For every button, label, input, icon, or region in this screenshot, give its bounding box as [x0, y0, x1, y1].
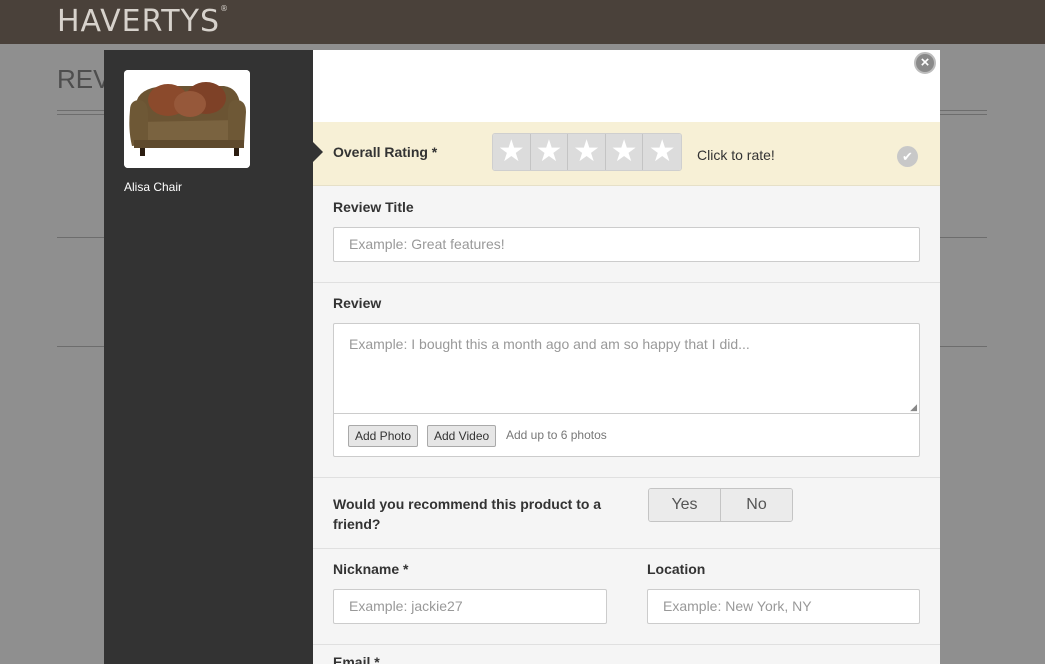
- email-label: Email *: [333, 654, 380, 664]
- nickname-label: Nickname *: [333, 561, 409, 577]
- overall-rating-row: Overall Rating * ★ ★ ★ ★ ★ Click to rate…: [313, 122, 940, 186]
- resize-handle-icon[interactable]: ◢: [910, 402, 917, 454]
- background-page-heading: REV: [57, 64, 111, 94]
- product-name: Alisa Chair: [124, 180, 183, 194]
- review-title-section: Review Title Example: Great features!: [313, 186, 940, 283]
- location-label: Location: [647, 561, 706, 577]
- active-section-arrow: [313, 142, 323, 162]
- product-sidebar: Alisa Chair: [104, 50, 313, 664]
- review-box: Example: I bought this a month ago and a…: [333, 323, 920, 457]
- star-4-icon[interactable]: ★: [605, 134, 644, 170]
- star-3-icon[interactable]: ★: [568, 134, 606, 170]
- add-photo-button[interactable]: Add Photo: [348, 425, 419, 447]
- click-to-rate-hint: Click to rate!: [697, 147, 775, 163]
- star-2-icon[interactable]: ★: [530, 134, 569, 170]
- overall-rating-label: Overall Rating *: [333, 144, 438, 160]
- product-thumbnail: [124, 70, 250, 168]
- review-form: × Overall Rating * ★ ★ ★ ★ ★ Click to ra…: [313, 50, 940, 664]
- close-icon[interactable]: ×: [914, 52, 936, 74]
- yes-button[interactable]: Yes: [649, 489, 721, 521]
- star-5-icon[interactable]: ★: [643, 134, 681, 170]
- site-header: HAVERTYS®: [0, 0, 1045, 44]
- havertys-logo: HAVERTYS®: [57, 4, 229, 39]
- review-title-label: Review Title: [333, 199, 414, 215]
- star-1-icon[interactable]: ★: [493, 134, 531, 170]
- location-input[interactable]: Example: New York, NY: [647, 589, 920, 624]
- recommend-toggle[interactable]: Yes No: [648, 488, 793, 522]
- recommend-question: Would you recommend this product to a fr…: [333, 496, 602, 532]
- no-button[interactable]: No: [721, 489, 792, 521]
- write-review-modal: Alisa Chair × Overall Rating * ★ ★ ★ ★ ★…: [104, 50, 940, 664]
- photo-limit-hint: Add up to 6 photos: [506, 428, 607, 442]
- review-title-input[interactable]: Example: Great features!: [333, 227, 920, 262]
- review-label: Review: [333, 295, 382, 311]
- review-textarea[interactable]: Example: I bought this a month ago and a…: [334, 324, 919, 414]
- recommend-section: Would you recommend this product to a fr…: [313, 478, 940, 549]
- nickname-location-section: Nickname * Example: jackie27 Location Ex…: [313, 549, 940, 645]
- nickname-input[interactable]: Example: jackie27: [333, 589, 607, 624]
- check-icon: ✔: [897, 146, 918, 167]
- star-rating-control[interactable]: ★ ★ ★ ★ ★: [492, 133, 682, 171]
- add-video-button[interactable]: Add Video: [427, 425, 497, 447]
- form-header: ×: [313, 50, 940, 122]
- armchair-image: [124, 70, 250, 168]
- review-section: Review Example: I bought this a month ag…: [313, 283, 940, 478]
